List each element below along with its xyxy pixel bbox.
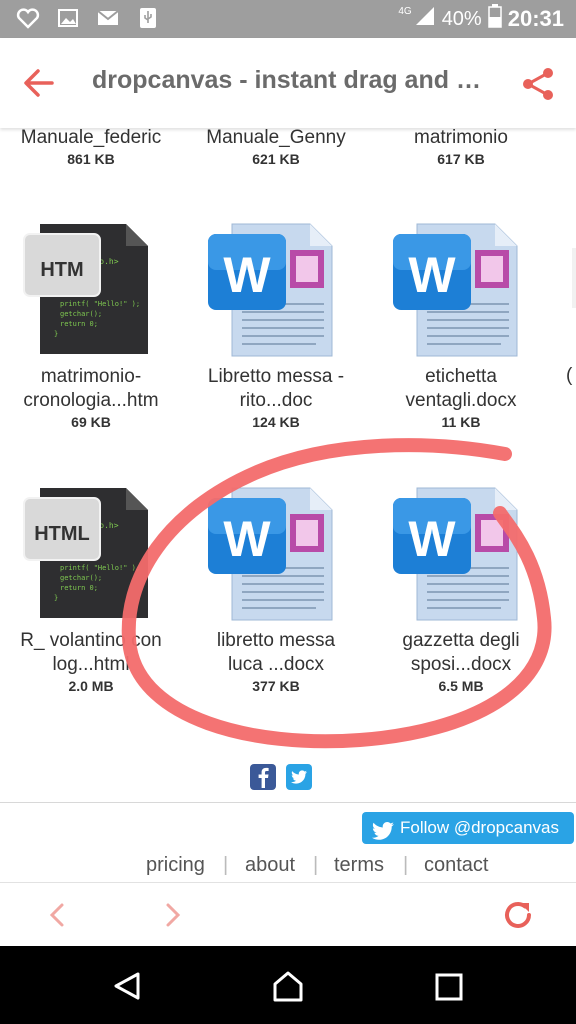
- link-separator: |: [403, 854, 409, 876]
- nav-back-icon[interactable]: [112, 970, 144, 1002]
- file-size: 124 KB: [252, 414, 300, 430]
- svg-text:printf( "Hello!" );: printf( "Hello!" );: [60, 300, 140, 308]
- signal-icon: [414, 5, 436, 33]
- page-title: dropcanvas - instant drag and drop: [92, 66, 492, 94]
- chevron-left-icon[interactable]: [44, 901, 72, 929]
- file-name-line1: etichetta: [425, 366, 497, 387]
- app-toolbar: dropcanvas - instant drag and drop: [0, 38, 576, 128]
- image-icon: [56, 6, 80, 30]
- file-name-line1: gazzetta degli: [402, 630, 520, 651]
- file-size: 11 KB: [441, 414, 481, 430]
- usb-icon: [136, 6, 160, 30]
- chevron-right-icon[interactable]: [158, 901, 186, 929]
- svg-text:return 0;: return 0;: [60, 584, 98, 592]
- svg-text:printf( "Hello!" );: printf( "Hello!" );: [60, 564, 140, 572]
- nav-home-icon[interactable]: [271, 970, 305, 1004]
- svg-text:W: W: [408, 511, 456, 567]
- file-item[interactable]: matrimonio- cronologia...htm 69 KB: [6, 365, 176, 431]
- link-terms[interactable]: terms: [334, 854, 384, 877]
- svg-text:}: }: [54, 594, 58, 602]
- file-item[interactable]: Manuale_federic 861 KB: [6, 128, 176, 168]
- footer-divider: [0, 802, 576, 803]
- twitter-icon[interactable]: [286, 764, 312, 790]
- link-contact[interactable]: contact: [424, 854, 488, 877]
- file-name-line2: sposi...docx: [410, 654, 512, 675]
- mail-icon: [96, 6, 120, 30]
- file-name: Manuale_Genny: [206, 128, 346, 148]
- file-size: 377 KB: [252, 678, 300, 694]
- twitter-bird-icon: [372, 819, 394, 840]
- link-separator: |: [223, 854, 229, 876]
- file-name: Manuale_federic: [20, 128, 162, 148]
- heart-icon: [16, 6, 40, 30]
- file-item[interactable]: matrimonio 617 KB: [376, 128, 546, 168]
- browser-bottom-bar: [0, 882, 576, 947]
- link-pricing[interactable]: pricing: [146, 854, 205, 877]
- file-name-line2: log...html: [52, 654, 130, 675]
- file-name-line1: Libretto messa -: [207, 366, 345, 387]
- html-file-icon[interactable]: stdio.h> printf( "Hello!" ); getchar(); …: [22, 484, 152, 624]
- file-item[interactable]: libretto messa luca ...docx 377 KB: [191, 629, 361, 695]
- file-size: 861 KB: [67, 151, 115, 167]
- htm-file-icon[interactable]: stdio.h> printf( "Hello!" ); getchar(); …: [22, 220, 152, 360]
- htm-badge: HTM: [40, 259, 83, 281]
- follow-label: Follow @dropcanvas: [400, 818, 559, 837]
- file-grid: Manuale_federic 861 KB Manuale_Genny 621…: [0, 128, 576, 882]
- file-size: 617 KB: [437, 151, 485, 167]
- facebook-icon[interactable]: [250, 764, 276, 790]
- file-size: 621 KB: [252, 151, 300, 167]
- svg-text:getchar();: getchar();: [60, 310, 102, 318]
- link-separator: |: [313, 854, 319, 876]
- status-bar: 4G 40% 20:31: [0, 0, 576, 38]
- html-badge: HTML: [34, 523, 90, 545]
- file-item[interactable]: Manuale_Genny 621 KB: [191, 128, 361, 168]
- file-name-line2: luca ...docx: [227, 654, 325, 675]
- share-icon[interactable]: [520, 66, 556, 102]
- nav-recents-icon[interactable]: [434, 972, 464, 1002]
- file-name-line1: matrimonio-: [40, 366, 142, 387]
- file-name-line2: rito...doc: [239, 390, 313, 411]
- svg-text:W: W: [223, 247, 271, 303]
- svg-text:getchar();: getchar();: [60, 574, 102, 582]
- file-size: 6.5 MB: [438, 678, 484, 694]
- svg-text:W: W: [408, 247, 456, 303]
- system-nav-bar: [0, 946, 576, 1024]
- word-file-icon[interactable]: W: [206, 220, 336, 360]
- social-links: [250, 764, 312, 790]
- file-name-line2: ventagli.docx: [405, 390, 517, 411]
- word-file-icon[interactable]: W: [391, 220, 521, 360]
- file-name-line1: R_ volantino con: [20, 630, 162, 651]
- back-arrow-icon[interactable]: [22, 66, 56, 100]
- word-file-icon[interactable]: W: [391, 484, 521, 624]
- battery-level: 40%: [441, 7, 482, 30]
- file-size: 2.0 MB: [68, 678, 114, 694]
- link-about[interactable]: about: [245, 854, 295, 877]
- file-size: 69 KB: [71, 414, 111, 430]
- file-item[interactable]: etichetta ventagli.docx 11 KB: [376, 365, 546, 431]
- word-file-icon[interactable]: W: [206, 484, 336, 624]
- partial-file-label: (: [566, 365, 573, 386]
- file-name-line2: cronologia...htm: [23, 390, 159, 411]
- svg-text:return 0;: return 0;: [60, 320, 98, 328]
- file-item[interactable]: R_ volantino con log...html 2.0 MB: [6, 629, 176, 695]
- twitter-follow-button[interactable]: Follow @dropcanvas: [362, 812, 574, 844]
- clock: 20:31: [507, 6, 564, 31]
- file-name: matrimonio: [414, 128, 508, 148]
- battery-icon: [487, 4, 502, 34]
- partial-file-icon: [572, 248, 576, 308]
- file-item[interactable]: Libretto messa - rito...doc 124 KB: [191, 365, 361, 431]
- svg-text:W: W: [223, 511, 271, 567]
- file-item[interactable]: gazzetta degli sposi...docx 6.5 MB: [376, 629, 546, 695]
- file-name-line1: libretto messa: [216, 630, 336, 651]
- refresh-icon[interactable]: [500, 897, 536, 933]
- network-type: 4G: [398, 5, 412, 17]
- svg-text:}: }: [54, 330, 58, 338]
